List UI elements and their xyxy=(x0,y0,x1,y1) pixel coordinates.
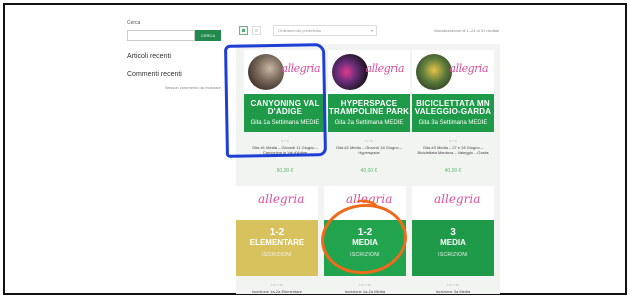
product-banner: 1-2 ELEMENTARE ISCRIZIONI xyxy=(236,220,318,276)
product-name[interactable]: Iscrizione 3a Media xyxy=(412,289,494,294)
allegria-logo: allegria xyxy=(434,192,481,206)
search-input[interactable] xyxy=(127,30,195,41)
banner-subtitle: Gita 3a Settimana MEDIE xyxy=(418,120,488,126)
shop-toolbar: ☰ Ordinamento predefinito ▾ Visualizzazi… xyxy=(237,24,499,38)
product-card[interactable]: allegria 3 MEDIA ISCRIZIONI CENTRI Iscri… xyxy=(412,186,494,294)
recent-articles-heading: Articoli recenti xyxy=(127,53,171,60)
banner-grade: 1-2 xyxy=(269,227,285,238)
banner-level: ELEMENTARE xyxy=(249,238,305,247)
product-image[interactable]: allegria BICICLETTATA MN VALEGGIO-GARDA … xyxy=(412,50,494,132)
product-category: GITE xyxy=(448,139,458,143)
allegria-logo: allegria xyxy=(365,62,405,75)
product-category: GITE xyxy=(364,139,374,143)
recent-comments-heading: Commenti recenti xyxy=(127,71,182,78)
banner-subtitle: Gita 2a Settimana MEDIE xyxy=(334,120,404,126)
product-name[interactable]: Iscrizione 1a-2a Elementare xyxy=(236,289,318,294)
sort-selected-value: Ordinamento predefinito xyxy=(278,28,321,33)
product-card[interactable]: allegria 1-2 ELEMENTARE ISCRIZIONI CENTR… xyxy=(236,186,318,294)
grid-view-icon[interactable] xyxy=(239,26,248,35)
search-row: CERCA xyxy=(127,30,227,41)
product-category: CENTRI xyxy=(358,283,372,287)
banner-level: MEDIA xyxy=(440,238,466,247)
product-price: 40,00 € xyxy=(444,168,462,174)
bike-photo xyxy=(416,54,452,90)
result-count: Visualizzazione di 1–24 di 31 risultati xyxy=(433,28,499,33)
list-view-icon[interactable]: ☰ xyxy=(252,26,261,35)
search-button[interactable]: CERCA xyxy=(195,30,221,41)
product-image[interactable]: allegria 1-2 ELEMENTARE ISCRIZIONI xyxy=(236,186,318,276)
product-category: CENTRI xyxy=(270,283,284,287)
banner-title: HYPERSPACE TRAMPOLINE PARK xyxy=(328,99,410,116)
product-card[interactable]: allegria BICICLETTATA MN VALEGGIO-GARDA … xyxy=(412,50,494,174)
product-name[interactable]: Gita #2 Media – Giovedì 18 Giugno – Hype… xyxy=(328,145,410,155)
product-banner: 3 MEDIA ISCRIZIONI xyxy=(412,220,494,276)
product-name[interactable]: Iscrizione 1a-2a Media xyxy=(324,289,406,294)
no-comments-text: Nessun commento da mostrare. xyxy=(165,85,222,90)
product-price: 40,00 € xyxy=(360,168,378,174)
product-price: 50,00 € xyxy=(276,168,294,174)
chevron-down-icon: ▾ xyxy=(370,28,373,33)
banner-label: ISCRIZIONI xyxy=(438,252,468,258)
product-category: CENTRI xyxy=(446,283,460,287)
sidebar: Cerca CERCA Articoli recenti Commenti re… xyxy=(127,20,227,90)
search-label: Cerca xyxy=(127,20,141,26)
banner-title: BICICLETTATA MN VALEGGIO-GARDA xyxy=(414,99,492,116)
product-image[interactable]: allegria 3 MEDIA ISCRIZIONI xyxy=(412,186,494,276)
banner-grade: 3 xyxy=(450,227,456,238)
product-banner: HYPERSPACE TRAMPOLINE PARK Gita 2a Setti… xyxy=(328,94,410,132)
blue-highlight-annotation xyxy=(224,43,327,158)
trampoline-photo xyxy=(332,54,368,90)
sort-dropdown[interactable]: Ordinamento predefinito ▾ xyxy=(273,25,377,36)
product-card[interactable]: allegria HYPERSPACE TRAMPOLINE PARK Gita… xyxy=(328,50,410,174)
product-name[interactable]: Gita #3 Media – 27 e 28 Giugno – Bicicle… xyxy=(412,145,494,155)
allegria-logo: allegria xyxy=(449,62,489,75)
allegria-logo: allegria xyxy=(258,192,305,206)
product-banner: BICICLETTATA MN VALEGGIO-GARDA Gita 3a S… xyxy=(412,94,494,132)
banner-label: ISCRIZIONI xyxy=(262,252,292,258)
product-image[interactable]: allegria HYPERSPACE TRAMPOLINE PARK Gita… xyxy=(328,50,410,132)
